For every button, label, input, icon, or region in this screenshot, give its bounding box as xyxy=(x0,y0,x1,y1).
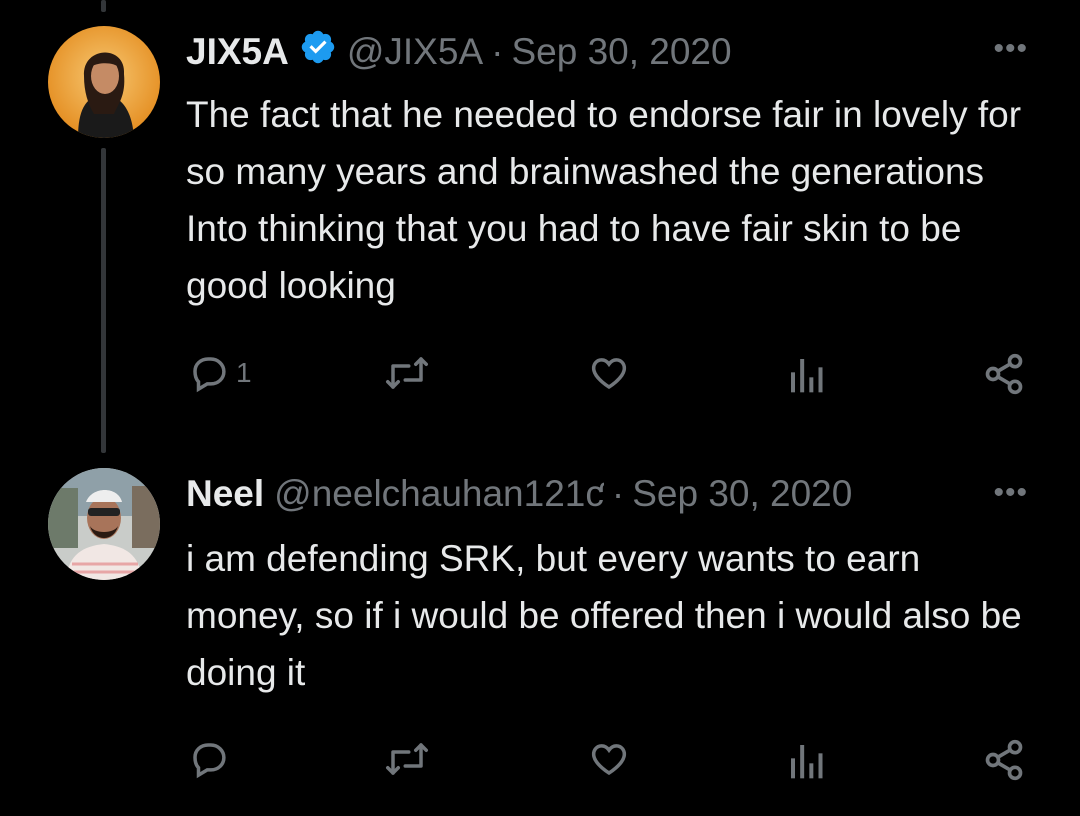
handle[interactable]: @JIX5A xyxy=(347,30,483,74)
avatar[interactable] xyxy=(48,26,160,138)
tweet-text: The fact that he needed to endorse fair … xyxy=(186,94,1022,306)
reply-button[interactable]: 1 xyxy=(188,352,252,394)
views-button[interactable] xyxy=(786,352,826,396)
tweet-header: Neel @neelchauhan121ƈ · Sep 30, 2020 xyxy=(186,472,852,516)
display-name[interactable]: JIX5A xyxy=(186,30,289,74)
reply-button[interactable] xyxy=(188,738,236,780)
retweet-button[interactable] xyxy=(384,352,430,394)
share-button[interactable] xyxy=(982,738,1026,782)
verified-badge-icon xyxy=(299,28,337,76)
like-button[interactable] xyxy=(586,738,632,780)
reply-icon xyxy=(188,352,230,394)
like-icon xyxy=(586,738,632,780)
separator: · xyxy=(611,473,625,514)
thread-line-top xyxy=(101,0,106,12)
share-icon xyxy=(982,738,1026,782)
display-name[interactable]: Neel xyxy=(186,472,264,516)
separator: · xyxy=(491,31,504,72)
like-icon xyxy=(586,352,632,394)
more-icon[interactable]: ••• xyxy=(993,32,1028,66)
views-button[interactable] xyxy=(786,738,826,782)
avatar[interactable] xyxy=(48,468,160,580)
handle[interactable]: @neelchauhan121ƈ xyxy=(274,472,604,516)
tweet-actions xyxy=(186,738,1036,788)
views-icon xyxy=(786,352,826,396)
tweet-header: JIX5A @JIX5A · Sep 30, 2020 xyxy=(186,28,732,76)
tweet-actions: 1 xyxy=(186,352,1036,402)
retweet-icon xyxy=(384,738,430,780)
timestamp[interactable]: Sep 30, 2020 xyxy=(632,472,852,516)
share-button[interactable] xyxy=(982,352,1026,396)
timestamp[interactable]: Sep 30, 2020 xyxy=(511,30,731,74)
like-button[interactable] xyxy=(586,352,632,394)
thread-line xyxy=(101,148,106,453)
tweet-text: i am defending SRK, but every wants to e… xyxy=(186,538,1022,693)
retweet-icon xyxy=(384,352,430,394)
reply-icon xyxy=(188,738,230,780)
retweet-button[interactable] xyxy=(384,738,430,780)
more-icon[interactable]: ••• xyxy=(993,476,1028,510)
share-icon xyxy=(982,352,1026,396)
reply-count: 1 xyxy=(236,357,252,388)
views-icon xyxy=(786,738,826,782)
